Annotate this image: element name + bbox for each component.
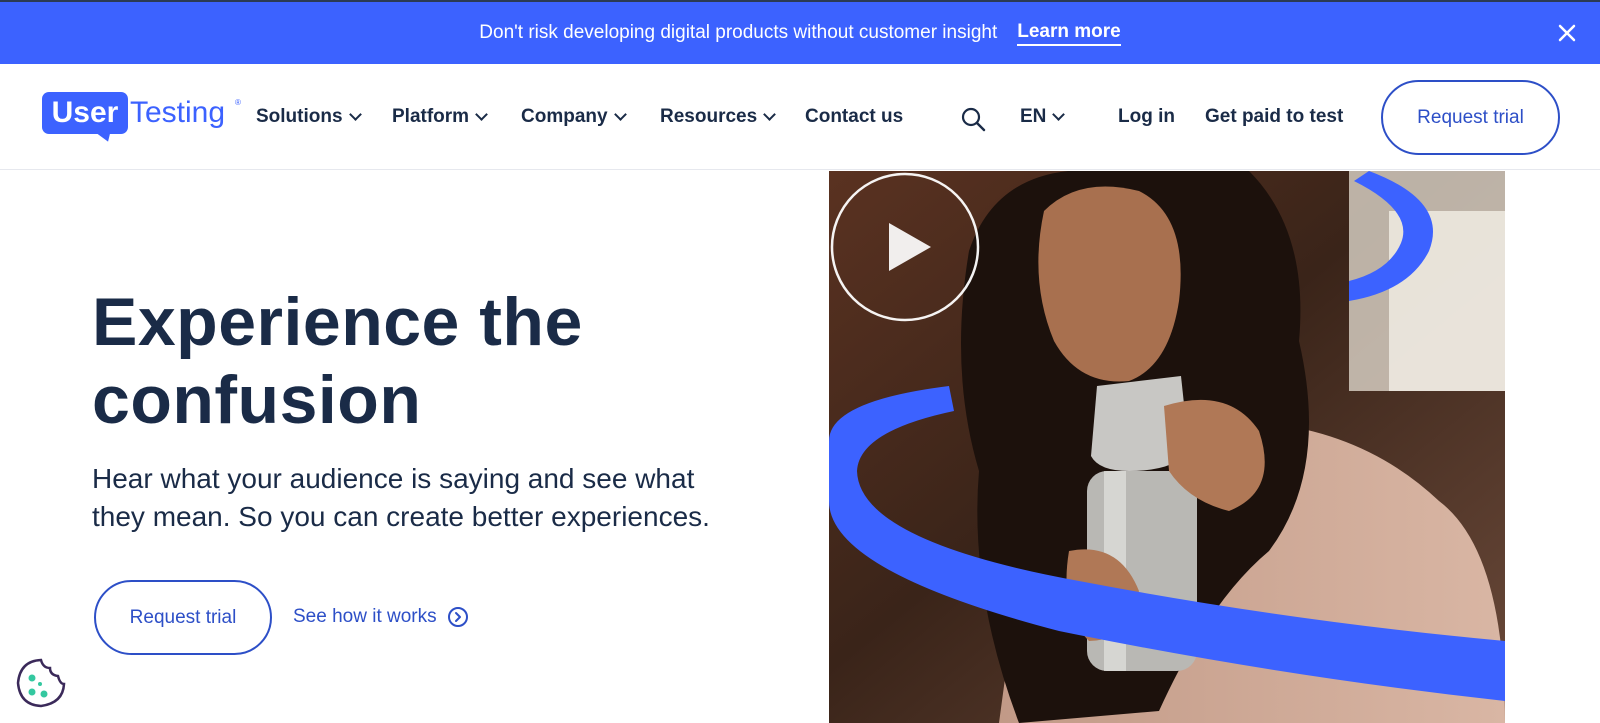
nav-solutions[interactable]: Solutions — [256, 106, 362, 128]
chevron-down-icon — [763, 108, 777, 121]
close-icon[interactable] — [1556, 22, 1578, 44]
chevron-down-icon — [1052, 108, 1066, 121]
logo-wordmark: Testing — [130, 96, 226, 129]
nav-contact-us[interactable]: Contact us — [805, 106, 903, 128]
nav-contact-label: Contact us — [805, 106, 904, 127]
nav-solutions-label: Solutions — [256, 106, 343, 127]
see-how-label: See how it works — [293, 606, 437, 627]
nav-company[interactable]: Company — [521, 106, 627, 128]
request-trial-header-button[interactable]: Request trial — [1381, 80, 1560, 155]
nav-resources[interactable]: Resources — [660, 106, 777, 128]
learn-more-link[interactable]: Learn more — [1017, 21, 1121, 46]
usertesting-logo[interactable]: User Testing ® — [42, 92, 242, 145]
site-header: User Testing ® Solutions Platform Compan… — [0, 64, 1600, 170]
logo-registered: ® — [235, 98, 241, 107]
chevron-right-circle-icon — [447, 607, 468, 627]
logo-mark: User — [42, 92, 128, 134]
hero-video[interactable] — [829, 171, 1505, 723]
nav-platform[interactable]: Platform — [392, 106, 488, 128]
login-label: Log in — [1118, 106, 1175, 127]
login-link[interactable]: Log in — [1118, 106, 1175, 128]
get-paid-link[interactable]: Get paid to test — [1205, 106, 1343, 128]
request-trial-hero-button[interactable]: Request trial — [94, 580, 272, 655]
hero-title-line2: confusion — [92, 362, 422, 438]
hero-title: Experience the confusion — [92, 283, 792, 439]
nav-resources-label: Resources — [660, 106, 758, 127]
language-label: EN — [1020, 106, 1047, 127]
banner-text: Don't risk developing digital products w… — [479, 22, 998, 43]
language-selector[interactable]: EN — [1020, 106, 1066, 128]
see-how-it-works-link[interactable]: See how it works — [293, 606, 469, 628]
hero-subtitle-line2: they mean. So you can create better expe… — [92, 501, 710, 532]
chevron-down-icon — [613, 108, 627, 121]
hero-title-line1: Experience the — [92, 284, 583, 360]
hero-subtitle: Hear what your audience is saying and se… — [92, 460, 792, 536]
chevron-down-icon — [348, 108, 362, 121]
nav-platform-label: Platform — [392, 106, 470, 127]
cookie-icon[interactable] — [14, 656, 68, 710]
hero-subtitle-line1: Hear what your audience is saying and se… — [92, 463, 695, 494]
announcement-banner: Don't risk developing digital products w… — [0, 0, 1600, 64]
nav-company-label: Company — [521, 106, 608, 127]
search-icon[interactable] — [960, 106, 986, 132]
play-icon[interactable] — [829, 171, 981, 323]
chevron-down-icon — [475, 108, 488, 121]
get-paid-label: Get paid to test — [1205, 106, 1344, 127]
